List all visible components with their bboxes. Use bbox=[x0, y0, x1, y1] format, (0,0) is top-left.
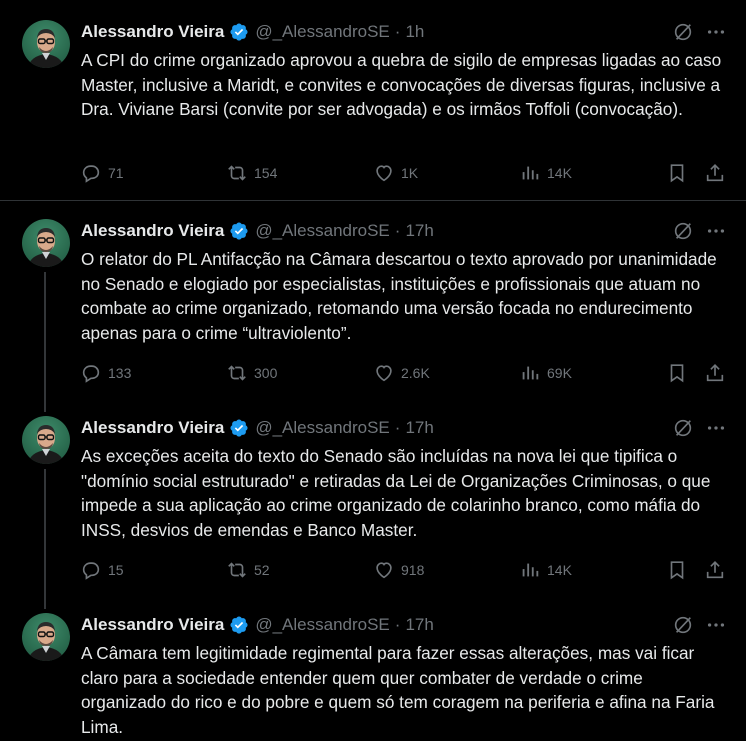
like-button[interactable]: 2.6K bbox=[373, 362, 430, 384]
author-name[interactable]: Alessandro Vieira bbox=[81, 221, 224, 241]
repost-count: 52 bbox=[254, 562, 270, 578]
views-count: 14K bbox=[547, 562, 572, 578]
like-button[interactable]: 918 bbox=[373, 559, 424, 581]
verified-badge-icon bbox=[230, 419, 248, 437]
tweet-header: Alessandro Vieira @_AlessandroSE · 1h bbox=[81, 20, 424, 44]
tweet-2[interactable]: Alessandro Vieira @_AlessandroSE · 17h O… bbox=[0, 201, 746, 399]
views-icon bbox=[522, 166, 539, 180]
avatar[interactable] bbox=[22, 20, 70, 68]
bookmark-icon bbox=[670, 364, 684, 383]
repost-icon bbox=[228, 365, 246, 381]
share-button[interactable] bbox=[704, 362, 726, 384]
reply-icon bbox=[82, 365, 100, 383]
tweet-text: A Câmara tem legitimidade regimental par… bbox=[81, 643, 715, 737]
verified-badge-icon bbox=[230, 23, 248, 41]
tweet-text: As exceções aceita do texto do Senado sã… bbox=[81, 446, 711, 540]
views-button[interactable]: 69K bbox=[519, 362, 572, 384]
reply-button[interactable]: 133 bbox=[80, 362, 131, 384]
like-count: 918 bbox=[401, 562, 425, 578]
action-bar: 71 154 1K 14K bbox=[0, 162, 746, 186]
views-count: 14K bbox=[547, 165, 572, 181]
bookmark-icon bbox=[670, 561, 684, 580]
reply-count: 133 bbox=[108, 365, 132, 381]
grok-icon[interactable] bbox=[672, 614, 694, 636]
tweet-header: Alessandro Vieira @_AlessandroSE · 17h bbox=[81, 219, 434, 243]
repost-icon bbox=[228, 165, 246, 181]
more-icon[interactable] bbox=[705, 417, 727, 439]
repost-icon bbox=[228, 562, 246, 578]
share-button[interactable] bbox=[704, 559, 726, 581]
avatar-image bbox=[28, 29, 64, 68]
separator-dot: · bbox=[394, 615, 401, 634]
avatar[interactable] bbox=[22, 219, 70, 267]
author-handle[interactable]: @_AlessandroSE bbox=[255, 418, 389, 438]
bookmark-button[interactable] bbox=[666, 362, 688, 384]
repost-button[interactable]: 52 bbox=[226, 559, 270, 581]
reply-icon bbox=[82, 165, 100, 183]
author-handle[interactable]: @_AlessandroSE bbox=[255, 221, 389, 241]
reply-button[interactable]: 71 bbox=[80, 162, 124, 184]
author-name[interactable]: Alessandro Vieira bbox=[81, 22, 224, 42]
bookmark-button[interactable] bbox=[666, 162, 688, 184]
like-icon bbox=[376, 365, 392, 382]
tweet-text: O relator do PL Antifacção na Câmara des… bbox=[81, 249, 717, 343]
reply-icon bbox=[82, 562, 100, 580]
bookmark-button[interactable] bbox=[666, 559, 688, 581]
tweet-header: Alessandro Vieira @_AlessandroSE · 17h bbox=[81, 416, 434, 440]
author-name[interactable]: Alessandro Vieira bbox=[81, 615, 224, 635]
grok-icon[interactable] bbox=[672, 220, 694, 242]
verified-badge-icon bbox=[230, 222, 248, 240]
share-icon bbox=[706, 364, 724, 382]
like-button[interactable]: 1K bbox=[373, 162, 418, 184]
repost-count: 300 bbox=[254, 365, 278, 381]
timestamp[interactable]: 1h bbox=[405, 22, 424, 42]
repost-button[interactable]: 300 bbox=[226, 362, 277, 384]
timestamp[interactable]: 17h bbox=[405, 221, 433, 241]
tweet-text: A CPI do crime organizado aprovou a queb… bbox=[81, 50, 722, 119]
share-button[interactable] bbox=[704, 162, 726, 184]
share-icon bbox=[706, 164, 724, 182]
separator-dot: · bbox=[394, 418, 401, 437]
views-icon bbox=[522, 366, 539, 380]
like-count: 1K bbox=[401, 165, 419, 181]
reply-button[interactable]: 15 bbox=[80, 559, 124, 581]
repost-count: 154 bbox=[254, 165, 278, 181]
views-button[interactable]: 14K bbox=[519, 559, 572, 581]
tweet-3[interactable]: Alessandro Vieira @_AlessandroSE · 17h A… bbox=[0, 400, 746, 597]
share-icon bbox=[706, 561, 724, 579]
avatar-image bbox=[28, 622, 64, 661]
action-bar: 15 52 918 14K bbox=[0, 559, 746, 583]
reply-count: 15 bbox=[108, 562, 124, 578]
reply-count: 71 bbox=[108, 165, 124, 181]
avatar[interactable] bbox=[22, 416, 70, 464]
tweet-header: Alessandro Vieira @_AlessandroSE · 17h bbox=[81, 613, 434, 637]
author-handle[interactable]: @_AlessandroSE bbox=[255, 22, 389, 42]
views-icon bbox=[522, 563, 539, 577]
author-name[interactable]: Alessandro Vieira bbox=[81, 418, 224, 438]
grok-icon[interactable] bbox=[672, 417, 694, 439]
like-icon bbox=[376, 165, 392, 182]
repost-button[interactable]: 154 bbox=[226, 162, 277, 184]
action-bar: 133 300 2.6K 69K bbox=[0, 362, 746, 386]
timestamp[interactable]: 17h bbox=[405, 418, 433, 438]
grok-icon[interactable] bbox=[672, 21, 694, 43]
separator-dot: · bbox=[394, 22, 401, 41]
timestamp[interactable]: 17h bbox=[405, 615, 433, 635]
avatar[interactable] bbox=[22, 613, 70, 661]
verified-badge-icon bbox=[230, 616, 248, 634]
author-handle[interactable]: @_AlessandroSE bbox=[255, 615, 389, 635]
avatar-image bbox=[28, 228, 64, 267]
separator-dot: · bbox=[394, 221, 401, 240]
views-count: 69K bbox=[547, 365, 572, 381]
like-icon bbox=[376, 562, 392, 579]
like-count: 2.6K bbox=[401, 365, 430, 381]
tweet-1[interactable]: Alessandro Vieira @_AlessandroSE · 1h A … bbox=[0, 0, 746, 200]
bookmark-icon bbox=[670, 164, 684, 183]
more-icon[interactable] bbox=[705, 21, 727, 43]
more-icon[interactable] bbox=[705, 220, 727, 242]
avatar-image bbox=[28, 425, 64, 464]
tweet-4[interactable]: Alessandro Vieira @_AlessandroSE · 17h A… bbox=[0, 597, 746, 741]
more-icon[interactable] bbox=[705, 614, 727, 636]
views-button[interactable]: 14K bbox=[519, 162, 572, 184]
